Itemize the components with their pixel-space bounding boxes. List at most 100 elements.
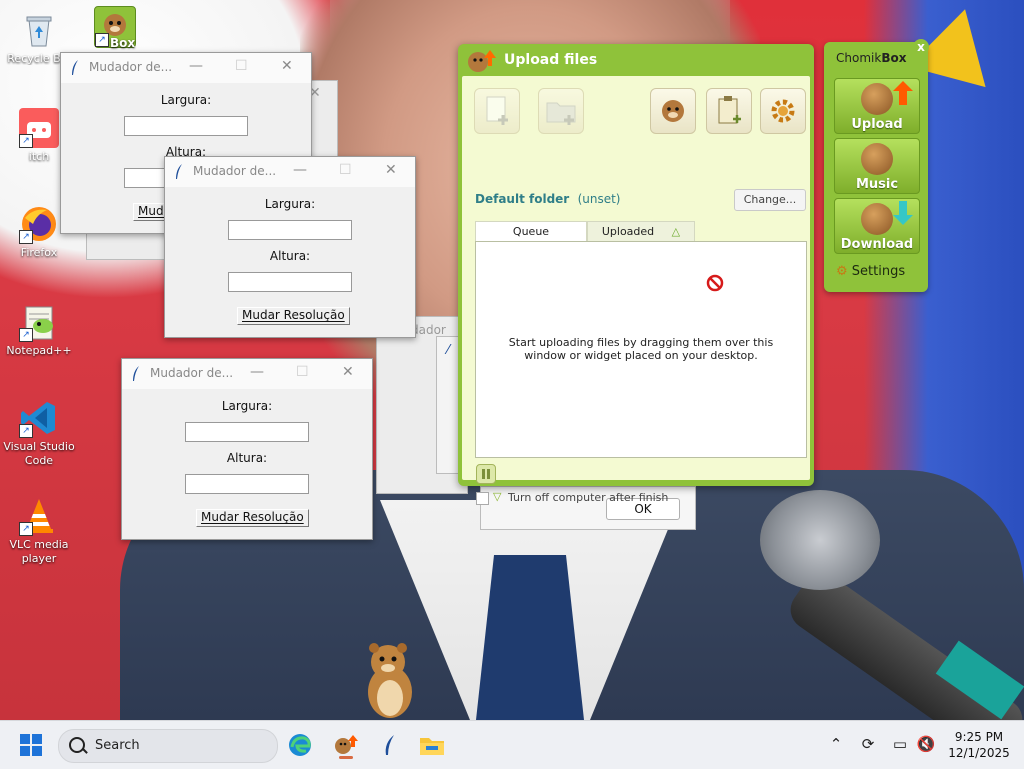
widget-settings-label: Settings xyxy=(851,264,906,279)
shortcut-arrow-icon: ↗ xyxy=(19,230,33,244)
shortcut-arrow-icon: ↗ xyxy=(19,328,33,342)
widget-download-button[interactable]: Download xyxy=(834,198,920,254)
vlc-icon: ↗ xyxy=(19,496,59,536)
resolution-changer-window-2[interactable]: Mudador de... — ☐ ✕ Largura: Altura: Mud… xyxy=(164,156,416,338)
maximize-button[interactable]: ☐ xyxy=(339,162,352,178)
close-button[interactable]: ✕ xyxy=(385,162,397,178)
desktop-icon-notepad-plus-plus[interactable]: ↗ Notepad++ xyxy=(2,302,76,357)
window-title: Mudador de... xyxy=(150,366,234,380)
sync-icon[interactable]: ⟳ xyxy=(858,734,878,754)
upload-panel: Default folder (unset) Change... Queue U… xyxy=(462,76,810,505)
change-resolution-button[interactable]: Mudar Resolução xyxy=(196,509,309,527)
window-title: Mudador de... xyxy=(89,60,173,74)
add-files-button[interactable] xyxy=(474,88,520,134)
widget-music-button[interactable]: Music xyxy=(834,138,920,194)
tab-uploaded-label: Uploaded xyxy=(601,225,655,238)
taskbar-python-tk[interactable] xyxy=(374,729,406,761)
window-title-fragment: dador xyxy=(411,323,446,337)
settings-button[interactable] xyxy=(760,88,806,134)
width-label: Largura: xyxy=(264,197,316,211)
clipboard-button[interactable] xyxy=(706,88,752,134)
triangle-down-icon: ▽ xyxy=(493,490,502,503)
window-title: Upload files xyxy=(504,52,598,68)
tab-queue[interactable]: Queue xyxy=(475,221,587,242)
width-input[interactable] xyxy=(228,220,352,240)
change-resolution-button[interactable]: Mudar Resolução xyxy=(237,307,350,325)
title-bar[interactable]: Mudador de... — ☐ ✕ xyxy=(61,53,311,83)
clock-time: 9:25 PM xyxy=(954,730,1004,744)
widget-settings-button[interactable]: ⚙ Settings xyxy=(836,264,905,279)
taskbar-edge[interactable] xyxy=(284,729,316,761)
gear-icon xyxy=(771,99,795,123)
upload-files-window[interactable]: Upload files Default folder (unset) Chan… xyxy=(458,44,814,505)
close-button[interactable]: ✕ xyxy=(342,364,354,380)
pause-button[interactable] xyxy=(476,464,496,484)
height-input[interactable] xyxy=(185,474,309,494)
arrow-up-icon xyxy=(893,81,913,105)
add-folder-icon xyxy=(546,102,576,125)
vscode-icon: ↗ xyxy=(19,398,59,438)
change-folder-button[interactable]: Change... xyxy=(734,189,806,211)
recycle-bin-icon xyxy=(19,10,59,50)
wallpaper-microphone xyxy=(760,490,880,590)
chomikbox-widget[interactable]: ChomikBox x Upload Music Download ⚙ Sett… xyxy=(824,39,929,292)
desktop-icon-chomikbox[interactable]: ↗ Box xyxy=(80,6,150,50)
width-label: Largura: xyxy=(160,93,212,107)
taskbar-search[interactable]: Search xyxy=(58,729,278,763)
hamster-mascot-icon xyxy=(368,643,412,718)
add-folder-button[interactable] xyxy=(538,88,584,134)
minimize-button[interactable]: — xyxy=(189,58,203,74)
notepad-plus-plus-icon: ↗ xyxy=(19,302,59,342)
widget-title: ChomikBox xyxy=(836,51,906,65)
upload-queue-list[interactable]: Start uploading files by dragging them o… xyxy=(475,241,807,458)
title-bar[interactable]: Mudador de... — ☐ ✕ xyxy=(122,359,372,389)
shortcut-arrow-icon: ↗ xyxy=(95,33,109,47)
hamster-icon xyxy=(861,83,893,115)
width-input[interactable] xyxy=(124,116,248,136)
feather-icon xyxy=(385,735,394,755)
close-button[interactable]: ✕ xyxy=(281,58,293,74)
maximize-button[interactable]: ☐ xyxy=(235,58,248,74)
clock-date: 12/1/2025 xyxy=(948,746,1010,760)
desktop-icon-label: VLC media player xyxy=(9,538,69,565)
turn-off-label: Turn off computer after finish xyxy=(508,491,669,504)
width-label: Largura: xyxy=(221,399,273,413)
chomik-button[interactable] xyxy=(650,88,696,134)
desktop-icon-label: Firefox xyxy=(20,246,58,259)
height-input[interactable] xyxy=(228,272,352,292)
edge-icon xyxy=(289,734,311,756)
widget-upload-button[interactable]: Upload xyxy=(834,78,920,134)
default-folder-label: Default folder xyxy=(475,192,570,206)
taskbar-file-explorer[interactable] xyxy=(416,729,448,761)
minimize-button[interactable]: — xyxy=(250,364,264,380)
widget-title-prefix: Chomik xyxy=(836,51,882,65)
default-folder: Default folder (unset) xyxy=(475,192,621,206)
maximize-button[interactable]: ☐ xyxy=(296,364,309,380)
minimize-button[interactable]: — xyxy=(293,162,307,178)
turn-off-checkbox[interactable] xyxy=(476,492,489,505)
clipboard-icon xyxy=(718,96,741,124)
hamster-icon xyxy=(662,100,684,122)
empty-queue-message: Start uploading files by dragging them o… xyxy=(508,336,774,362)
close-icon[interactable]: x xyxy=(913,39,929,55)
width-input[interactable] xyxy=(185,422,309,442)
start-button[interactable] xyxy=(20,734,44,756)
desktop-icon-vlc[interactable]: ↗ VLC media player xyxy=(2,496,76,566)
tab-uploaded[interactable]: Uploaded △ xyxy=(587,221,695,242)
chevron-up-icon[interactable]: ⌃ xyxy=(826,734,846,754)
taskbar: Search ⌃ ⟳ ▭ 🔇 9:25 PM 12/1/2025 xyxy=(0,720,1024,769)
headphones-hamster-icon xyxy=(861,143,893,175)
network-icon[interactable]: ▭ xyxy=(890,734,910,754)
feather-icon xyxy=(176,164,182,179)
triangle-up-icon: △ xyxy=(671,225,681,238)
feather-icon xyxy=(72,60,78,75)
volume-muted-icon[interactable]: 🔇 xyxy=(916,734,936,754)
feather-icon xyxy=(133,366,139,381)
title-bar[interactable]: Mudador de... — ☐ ✕ xyxy=(165,157,415,187)
desktop-icon-label: Box xyxy=(110,36,136,50)
resolution-changer-window-3[interactable]: Mudador de... — ☐ ✕ Largura: Altura: Mud… xyxy=(121,358,373,540)
clock[interactable]: 9:25 PM 12/1/2025 xyxy=(944,729,1014,761)
desktop-icon-vscode[interactable]: ↗ Visual Studio Code xyxy=(2,398,76,468)
taskbar-chomikbox[interactable] xyxy=(330,729,362,761)
search-icon xyxy=(69,737,85,753)
